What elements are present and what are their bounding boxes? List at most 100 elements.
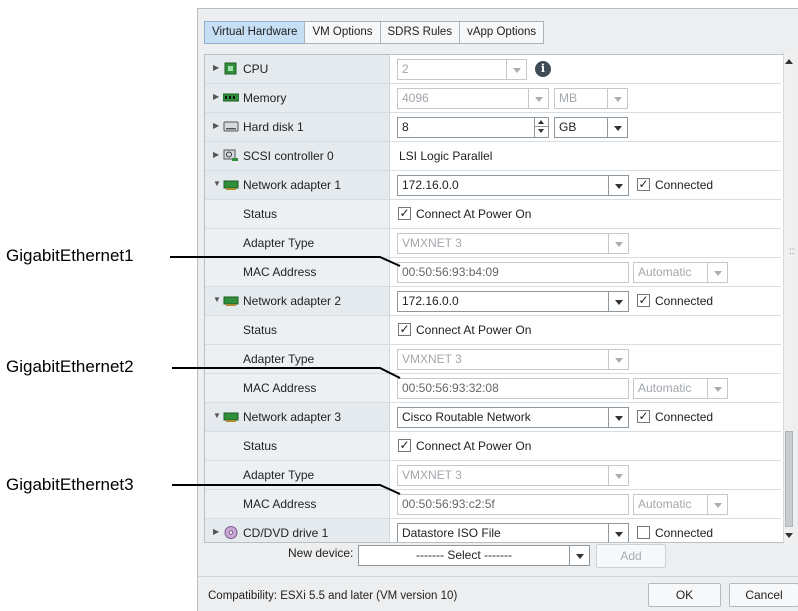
new-device-label: New device: — [288, 546, 354, 560]
row-network-adapter-2: ▼ Network adapter 2 172.16.0.0 ✓ Connect… — [205, 287, 781, 316]
memory-size-select[interactable]: 4096 — [397, 88, 549, 109]
collapse-arrow-icon[interactable]: ▼ — [213, 179, 221, 188]
connect-at-power-on-label: Connect At Power On — [416, 323, 532, 337]
scroll-down-icon[interactable] — [785, 533, 793, 538]
chevron-down-icon[interactable] — [608, 350, 628, 369]
cd-dvd-media-select[interactable]: Datastore ISO File — [397, 523, 629, 542]
spin-down-icon[interactable] — [535, 127, 548, 136]
network-adapter-icon — [223, 296, 239, 306]
mac-mode-select[interactable]: Automatic — [633, 378, 728, 399]
chevron-down-icon[interactable] — [707, 263, 727, 282]
chevron-down-icon[interactable] — [608, 524, 628, 542]
adapter-type-select[interactable]: VMXNET 3 — [397, 465, 629, 486]
add-button[interactable]: Add — [596, 544, 666, 568]
hard-disk-unit-select[interactable]: GB — [554, 117, 628, 138]
cpu-count-select[interactable]: 2 — [397, 59, 527, 80]
cancel-button[interactable]: Cancel — [729, 583, 798, 607]
cd-dvd-icon — [224, 526, 238, 539]
scroll-up-icon[interactable] — [785, 59, 793, 64]
mac-address-input[interactable]: 00:50:56:93:b4:09 — [397, 262, 629, 283]
connect-at-power-on-label: Connect At Power On — [416, 207, 532, 221]
vertical-scrollbar[interactable] — [783, 53, 793, 544]
adapter-type-select[interactable]: VMXNET 3 — [397, 349, 629, 370]
row-adapter-2-type: Adapter Type VMXNET 3 — [205, 345, 781, 374]
cd-dvd-label: CD/DVD drive 1 — [243, 526, 329, 540]
scroll-thumb[interactable] — [785, 431, 793, 527]
row-adapter-1-type: Adapter Type VMXNET 3 — [205, 229, 781, 258]
chevron-down-icon[interactable] — [608, 466, 628, 485]
memory-icon — [223, 93, 239, 102]
row-adapter-1-status: Status ✓ Connect At Power On — [205, 200, 781, 229]
chevron-down-icon[interactable] — [707, 495, 727, 514]
callout-gigabitethernet1: GigabitEthernet1 — [6, 246, 134, 265]
tab-bar: Virtual Hardware VM Options SDRS Rules v… — [204, 21, 545, 44]
connect-at-power-on-checkbox[interactable]: ✓ — [398, 207, 411, 220]
info-icon[interactable]: i — [535, 61, 551, 77]
adapter-type-label: Adapter Type — [243, 236, 315, 250]
status-label: Status — [243, 207, 278, 221]
connect-at-power-on-checkbox[interactable]: ✓ — [398, 439, 411, 452]
network-select[interactable]: 172.16.0.0 — [397, 175, 629, 196]
connected-checkbox[interactable]: ✓ — [637, 178, 650, 191]
mac-address-input[interactable]: 00:50:56:93:c2:5f — [397, 494, 629, 515]
tab-virtual-hardware[interactable]: Virtual Hardware — [204, 21, 306, 44]
adapter-type-select[interactable]: VMXNET 3 — [397, 233, 629, 254]
tab-vm-options[interactable]: VM Options — [304, 21, 381, 44]
tab-vapp-options[interactable]: vApp Options — [459, 21, 545, 44]
spin-up-icon[interactable] — [535, 118, 548, 127]
hard-disk-size-stepper[interactable]: 8 — [397, 117, 549, 138]
collapse-arrow-icon[interactable]: ▼ — [213, 411, 221, 420]
collapse-arrow-icon[interactable]: ▼ — [213, 295, 221, 304]
chevron-down-icon[interactable] — [608, 234, 628, 253]
resize-grip-icon[interactable]: :: — [789, 247, 795, 257]
chevron-down-icon[interactable] — [607, 118, 627, 137]
chevron-down-icon[interactable] — [506, 60, 526, 79]
connected-checkbox[interactable] — [637, 526, 650, 539]
scsi-controller-icon — [223, 149, 238, 161]
new-device-select[interactable]: ------- Select ------- — [358, 545, 590, 566]
status-label: Status — [243, 439, 278, 453]
connected-checkbox[interactable]: ✓ — [637, 294, 650, 307]
expand-arrow-icon[interactable]: ▶ — [213, 121, 219, 130]
connected-label: Connected — [655, 526, 714, 540]
memory-unit-select[interactable]: MB — [554, 88, 628, 109]
chevron-down-icon[interactable] — [707, 379, 727, 398]
mac-address-label: MAC Address — [243, 265, 317, 279]
row-cd-dvd-drive: ▶ CD/DVD drive 1 Datastore ISO File Conn… — [205, 519, 781, 542]
chevron-down-icon[interactable] — [528, 89, 548, 108]
network-adapter-label: Network adapter 2 — [243, 294, 342, 308]
memory-label: Memory — [243, 91, 287, 105]
expand-arrow-icon[interactable]: ▶ — [213, 527, 219, 536]
expand-arrow-icon[interactable]: ▶ — [213, 150, 219, 159]
hard-disk-icon — [223, 121, 239, 132]
expand-arrow-icon[interactable]: ▶ — [213, 92, 219, 101]
chevron-down-icon[interactable] — [608, 292, 628, 311]
row-adapter-1-mac: MAC Address 00:50:56:93:b4:09 Automatic — [205, 258, 781, 287]
row-network-adapter-1: ▼ Network adapter 1 172.16.0.0 ✓ Connect… — [205, 171, 781, 200]
connect-at-power-on-label: Connect At Power On — [416, 439, 532, 453]
expand-arrow-icon[interactable]: ▶ — [213, 63, 219, 72]
cpu-label: CPU — [243, 62, 269, 76]
hardware-grid: ▶ CPU 2 i ▶ Memory 4096 MB ▶ Hard disk 1… — [204, 54, 791, 543]
ok-button[interactable]: OK — [648, 583, 721, 607]
mac-address-input[interactable]: 00:50:56:93:32:08 — [397, 378, 629, 399]
mac-mode-select[interactable]: Automatic — [633, 262, 728, 283]
row-adapter-2-mac: MAC Address 00:50:56:93:32:08 Automatic — [205, 374, 781, 403]
network-select[interactable]: 172.16.0.0 — [397, 291, 629, 312]
network-adapter-icon — [223, 412, 239, 422]
chevron-down-icon[interactable] — [569, 546, 589, 565]
tab-sdrs-rules[interactable]: SDRS Rules — [379, 21, 461, 44]
vm-settings-dialog: Virtual Hardware VM Options SDRS Rules v… — [197, 8, 798, 611]
connected-checkbox[interactable]: ✓ — [637, 410, 650, 423]
chevron-down-icon[interactable] — [608, 408, 628, 427]
connected-label: Connected — [655, 294, 714, 308]
chevron-down-icon[interactable] — [608, 176, 628, 195]
connect-at-power-on-checkbox[interactable]: ✓ — [398, 323, 411, 336]
network-select[interactable]: Cisco Routable Network — [397, 407, 629, 428]
chevron-down-icon[interactable] — [607, 89, 627, 108]
spinner[interactable] — [534, 118, 548, 137]
compatibility-text: Compatibility: ESXi 5.5 and later (VM ve… — [208, 590, 458, 602]
callout-gigabitethernet2: GigabitEthernet2 — [6, 357, 134, 376]
network-adapter-label: Network adapter 3 — [243, 410, 342, 424]
mac-mode-select[interactable]: Automatic — [633, 494, 728, 515]
